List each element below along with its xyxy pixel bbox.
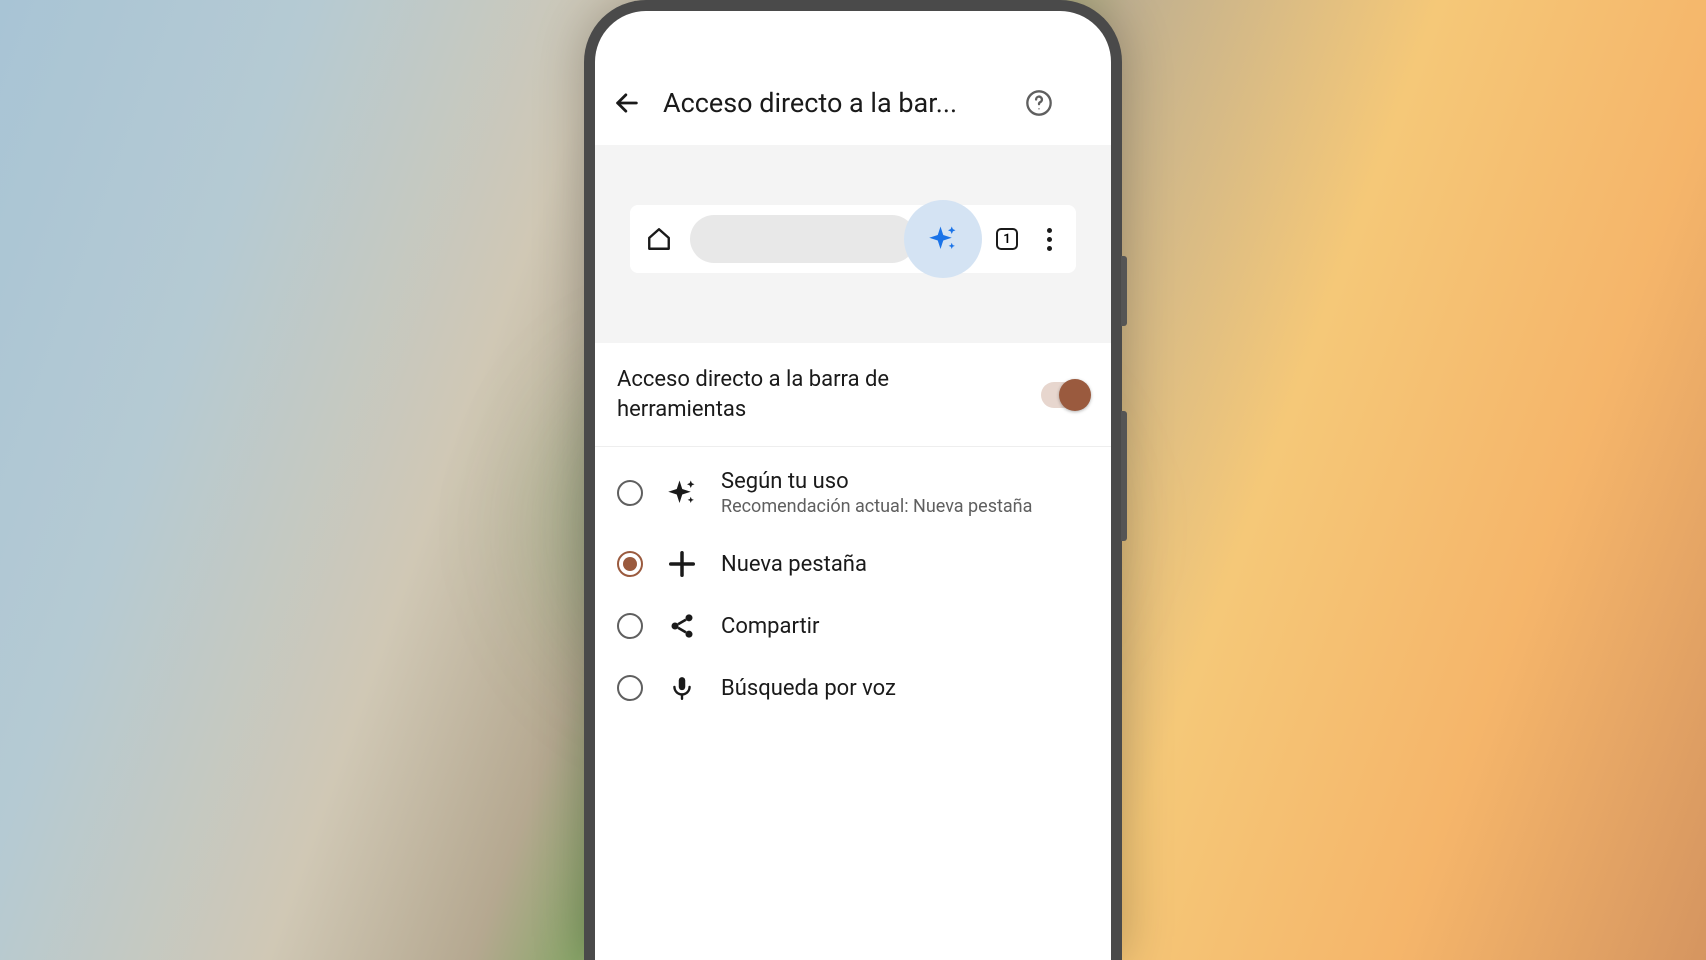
- option-new-tab[interactable]: Nueva pestaña: [595, 533, 1111, 595]
- sparkle-icon: [667, 478, 697, 508]
- tabs-count: 1: [1003, 232, 1010, 247]
- page-title: Acceso directo a la bar...: [663, 87, 1003, 119]
- radio-button[interactable]: [617, 675, 643, 701]
- toggle-switch[interactable]: [1041, 382, 1089, 408]
- toolbar-shortcut-toggle-row[interactable]: Acceso directo a la barra de herramienta…: [595, 343, 1111, 447]
- plus-icon: [667, 549, 697, 579]
- option-label: Compartir: [721, 614, 1089, 639]
- more-menu-icon: [1038, 228, 1060, 251]
- app-bar: Acceso directo a la bar...: [595, 61, 1111, 145]
- option-label: Búsqueda por voz: [721, 676, 1089, 701]
- option-label: Nueva pestaña: [721, 552, 1089, 577]
- sparkle-icon: [928, 224, 958, 254]
- radio-button[interactable]: [617, 551, 643, 577]
- phone-mockup-frame: Acceso directo a la bar... 1: [584, 0, 1122, 960]
- share-icon: [667, 611, 697, 641]
- toolbar-preview: 1: [630, 205, 1076, 273]
- option-based-on-usage[interactable]: Según tu uso Recomendación actual: Nueva…: [595, 453, 1111, 533]
- arrow-back-icon: [613, 89, 641, 117]
- option-share[interactable]: Compartir: [595, 595, 1111, 657]
- help-icon: [1025, 89, 1053, 117]
- back-button[interactable]: [613, 89, 641, 117]
- home-icon: [646, 226, 672, 252]
- option-voice-search[interactable]: Búsqueda por voz: [595, 657, 1111, 719]
- toggle-knob: [1059, 379, 1091, 411]
- phone-power-button: [1121, 256, 1127, 326]
- help-button[interactable]: [1025, 89, 1053, 117]
- shortcut-options-list: Según tu uso Recomendación actual: Nueva…: [595, 447, 1111, 725]
- phone-screen: Acceso directo a la bar... 1: [595, 11, 1111, 960]
- radio-button[interactable]: [617, 613, 643, 639]
- tabs-icon: 1: [994, 226, 1020, 252]
- option-label: Según tu uso: [721, 469, 1089, 494]
- shortcut-highlight: [904, 200, 982, 278]
- option-sublabel: Recomendación actual: Nueva pestaña: [721, 496, 1089, 517]
- toggle-label: Acceso directo a la barra de herramienta…: [617, 365, 1021, 424]
- toolbar-preview-section: 1: [595, 145, 1111, 343]
- phone-volume-button: [1121, 411, 1127, 541]
- url-bar-placeholder: [690, 215, 916, 263]
- radio-button[interactable]: [617, 480, 643, 506]
- microphone-icon: [667, 673, 697, 703]
